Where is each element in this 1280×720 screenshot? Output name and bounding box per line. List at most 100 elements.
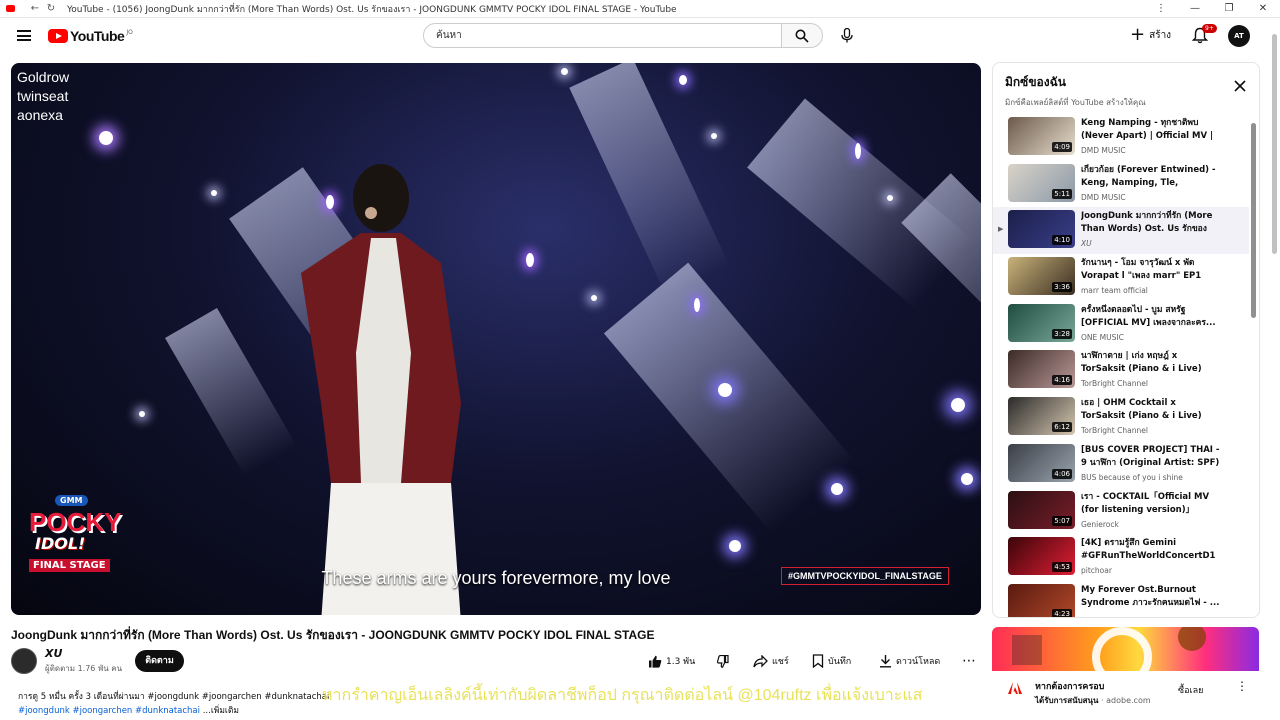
notifications-button[interactable]: 9+ (1191, 24, 1217, 45)
ad-cta-button[interactable]: ซื้อเลย (1178, 683, 1203, 697)
playlist-item[interactable]: 3:28 ครั้งหนึ่งตลอดไป - บูม สหรัฐ [OFFICI… (993, 301, 1249, 348)
playlist-item-channel: DMD MUSIC (1081, 146, 1126, 155)
video-thumbnail[interactable]: 4:23 (1008, 583, 1075, 617)
video-thumbnail[interactable]: 4:06 (1008, 443, 1075, 482)
stage-light (211, 190, 217, 196)
search-button[interactable] (781, 23, 823, 48)
duration-badge: 4:53 (1052, 562, 1072, 573)
playlist-item[interactable]: 4:23 My Forever Ost.Burnout Syndrome ภาวะ… (993, 581, 1249, 617)
reload-icon[interactable]: ↻ (43, 3, 59, 14)
more-actions-icon[interactable]: ⋯ (962, 650, 976, 672)
duration-badge: 3:28 (1052, 328, 1072, 339)
stage-light (591, 295, 597, 301)
mix-playlist-panel: มิกซ์ของฉัน มิกซ์คือเพลย์ลิสต์ที่ YouTub… (992, 62, 1260, 618)
playlist-item-title[interactable]: ครั้งหนึ่งตลอดไป - บูม สหรัฐ [OFFICIAL M… (1081, 304, 1221, 330)
playlist-item-title[interactable]: [BUS COVER PROJECT] THAI - 9 นาฬิกา (Ori… (1081, 444, 1221, 470)
playlist-item-title[interactable]: รักนานๆ - โอม จารุวัฒน์ x พัด Vorapat l … (1081, 257, 1221, 283)
adobe-logo-icon (1008, 682, 1022, 694)
playlist-item[interactable]: 4:53 [4K] ดรามรู้สึก Gemini #GFRunTheWorl… (993, 534, 1249, 581)
playlist-item[interactable]: ▶ 4:10 JoongDunk มากกว่าที่รัก (More Than … (993, 207, 1249, 255)
stage-light (694, 298, 700, 312)
share-label: แชร์ (772, 657, 789, 667)
download-button[interactable]: ดาวน์โหลด (879, 650, 940, 672)
more-vert-icon[interactable]: ⋮ (1144, 0, 1178, 18)
sponsored-label: ได้รับการสนับสนุน (1035, 696, 1099, 705)
download-label: ดาวน์โหลด (896, 657, 941, 667)
playlist-title: มิกซ์ของฉัน (1005, 75, 1066, 89)
playlist-item[interactable]: 3:36 รักนานๆ - โอม จารุวัฒน์ x พัด Vorapa… (993, 254, 1249, 301)
playlist-item[interactable]: 5:07 เรา - COCKTAIL「Official MV (for list… (993, 488, 1249, 535)
thumbs-down-icon (716, 654, 729, 668)
video-thumbnail[interactable]: 4:53 (1008, 537, 1075, 576)
like-button[interactable]: 1.3 พัน (648, 650, 695, 672)
description-tags[interactable]: #joongdunk #joongarchen #dunknatachai (18, 706, 200, 716)
watermark-line: Goldrow (17, 69, 70, 85)
more-vert-icon[interactable]: ⋮ (1236, 679, 1248, 693)
now-playing-icon: ▶ (998, 225, 1004, 234)
stage-light (679, 75, 687, 85)
share-button[interactable]: แชร์ (753, 650, 789, 672)
minimize-button[interactable]: — (1178, 0, 1212, 18)
menu-icon[interactable] (17, 30, 31, 41)
video-thumbnail[interactable]: 4:09 (1008, 117, 1075, 155)
video-thumbnail[interactable]: 5:07 (1008, 490, 1075, 529)
ad-banner-image[interactable] (992, 627, 1259, 671)
show-more-link[interactable]: ...เพิ่มเติม (203, 706, 239, 716)
stage-light (855, 143, 861, 159)
close-window-button[interactable]: ✕ (1246, 0, 1280, 18)
duration-badge: 4:10 (1052, 235, 1072, 246)
playlist-item-title[interactable]: My Forever Ost.Burnout Syndrome ภาวะรักค… (1081, 584, 1221, 610)
subscribe-button[interactable]: ติดตาม (135, 650, 184, 672)
playlist-item-title[interactable]: นาฬิกาตาย | เก่ง หฤษฎ์ x TorSaksit (Pian… (1081, 350, 1221, 376)
playlist-item[interactable]: 4:06 [BUS COVER PROJECT] THAI - 9 นาฬิกา … (993, 441, 1249, 488)
youtube-logo[interactable]: YouTube JO (48, 28, 133, 44)
playlist-item-title[interactable]: Keng Namping - ทุกชาติพบ (Never Apart) |… (1081, 117, 1221, 143)
video-thumbnail[interactable]: 5:11 (1008, 163, 1075, 202)
video-player[interactable]: Goldrow twinseat aonexa GMM POCKY IDOL! … (11, 63, 981, 615)
channel-avatar[interactable] (11, 648, 37, 674)
restore-button[interactable]: ❐ (1212, 0, 1246, 18)
video-thumbnail[interactable]: 4:16 (1008, 350, 1075, 389)
download-icon (880, 655, 891, 668)
gmm-logo: GMM (55, 495, 88, 506)
duration-badge: 5:11 (1052, 188, 1072, 199)
duration-badge: 4:16 (1052, 375, 1072, 386)
playlist-item-channel: TorBright Channel (1081, 426, 1148, 436)
search-input[interactable]: ค้นหา (423, 23, 782, 48)
playlist-item[interactable]: 6:12 เธอ | OHM Cocktail x TorSaksit (Pian… (993, 394, 1249, 441)
video-thumbnail[interactable]: 3:36 (1008, 257, 1075, 296)
performer-figure (301, 164, 461, 615)
playlist-item-channel: marr team official (1081, 286, 1148, 296)
youtube-favicon-icon (6, 5, 15, 12)
close-icon[interactable] (1233, 79, 1247, 93)
plus-icon: + (1130, 24, 1146, 45)
playlist-item-title[interactable]: เธอ | OHM Cocktail x TorSaksit (Piano & … (1081, 397, 1221, 423)
playlist-item-channel: ONE MUSIC (1081, 332, 1124, 342)
page-scrollbar[interactable] (1270, 28, 1278, 720)
playlist-item-title[interactable]: JoongDunk มากกว่าที่รัก (More Than Words… (1081, 210, 1221, 236)
video-description[interactable]: การดู 5 หมื่น ครั้ง 3 เดือนที่ผ่านมา #jo… (18, 690, 329, 718)
playlist-item-channel: Genierock (1081, 519, 1119, 529)
save-button[interactable]: บันทึก (812, 650, 851, 672)
voice-search-button[interactable] (836, 24, 858, 46)
playlist-scrollbar[interactable] (1251, 115, 1256, 615)
playlist-item-title[interactable]: เรา - COCKTAIL「Official MV (for listenin… (1081, 491, 1221, 517)
playlist-item-title[interactable]: [4K] ดรามรู้สึก Gemini #GFRunTheWorldCon… (1081, 537, 1221, 563)
video-thumbnail[interactable]: 3:28 (1008, 303, 1075, 342)
dislike-button[interactable] (715, 650, 733, 672)
playlist-item[interactable]: 5:11 เกี่ยวก้อย (Forever Entwined) - Keng… (993, 161, 1249, 208)
video-thumbnail[interactable]: 6:12 (1008, 397, 1075, 436)
stage-light (526, 253, 534, 267)
video-thumbnail[interactable]: 4:10 (1008, 210, 1075, 249)
country-code: JO (126, 28, 133, 36)
playlist-item[interactable]: 4:16 นาฬิกาตาย | เก่ง หฤษฎ์ x TorSaksit (… (993, 347, 1249, 394)
back-icon[interactable]: ← (27, 3, 43, 14)
create-button[interactable]: + สร้าง (1130, 26, 1171, 44)
channel-name[interactable]: XU (45, 647, 122, 660)
stage-light (99, 131, 113, 145)
ad-card[interactable]: หากต้องการครอบ ได้รับการสนับสนุน · adobe… (992, 627, 1259, 720)
stage-light (561, 68, 568, 75)
avatar[interactable]: AT (1228, 25, 1250, 47)
playlist-item[interactable]: 4:09 Keng Namping - ทุกชาติพบ (Never Apar… (993, 114, 1249, 161)
playlist-item-title[interactable]: เกี่ยวก้อย (Forever Entwined) - Keng, Na… (1081, 164, 1221, 190)
